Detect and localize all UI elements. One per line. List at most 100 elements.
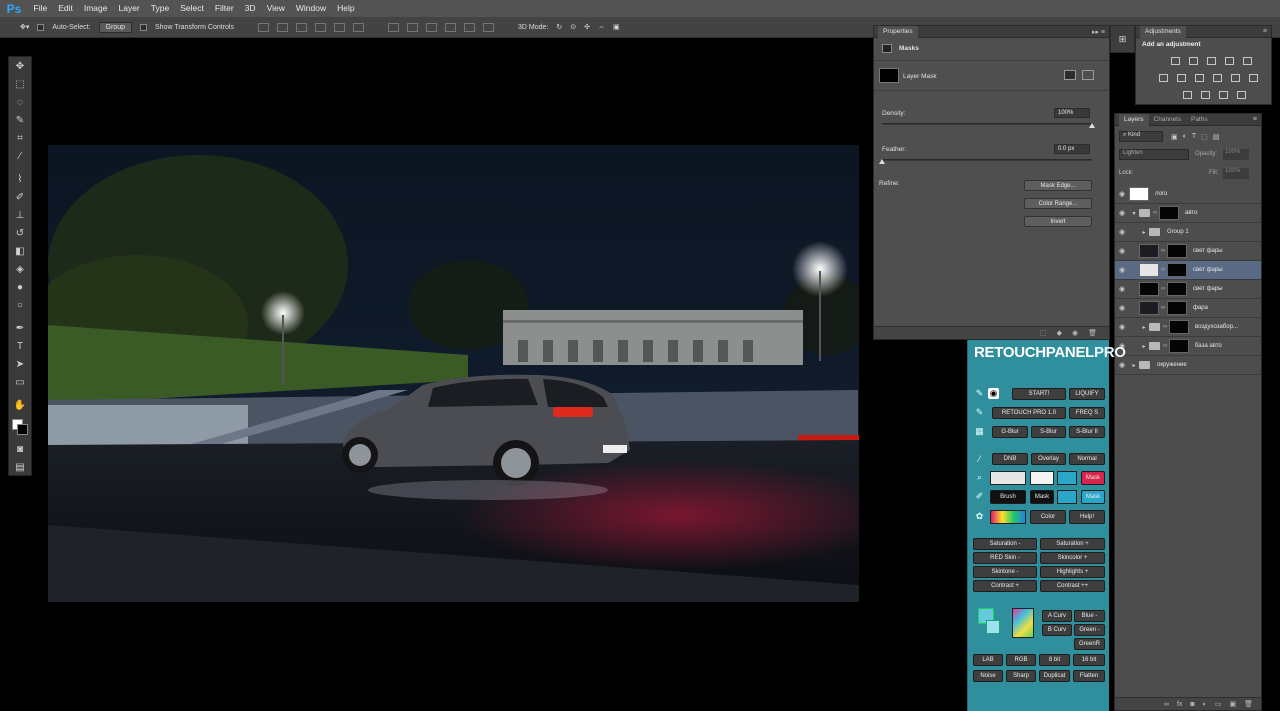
layer-mask-thumbnail[interactable] [1169,339,1189,353]
feather-slider-knob[interactable] [879,159,885,164]
filter-adjustment-icon[interactable]: ◐ [1183,133,1187,141]
align-vcenter-icon[interactable] [276,22,288,32]
filter-smart-icon[interactable]: ▤ [1213,133,1220,141]
magnifier-icon[interactable]: ⌕ [974,472,985,483]
layer-mask-thumbnail[interactable] [1167,244,1187,258]
group-expand-arrow-icon[interactable]: ▸ [1129,362,1139,369]
group-expand-arrow-icon[interactable]: ▸ [1139,324,1149,331]
sharp-button[interactable]: Sharp [1006,670,1036,682]
align-top-icon[interactable] [257,22,269,32]
density-input[interactable]: 100% [1054,108,1090,118]
brush-button[interactable]: Brush [990,490,1026,504]
flatten-button[interactable]: Flatten [1073,670,1105,682]
mask-button-blue[interactable]: Mask [1081,490,1105,504]
new-layer-icon[interactable]: ▣ [1229,700,1236,708]
color-lookup-icon[interactable] [1249,74,1258,82]
add-vector-mask-icon[interactable] [1082,70,1094,80]
filter-shape-icon[interactable]: ⬚ [1201,133,1208,141]
hand-tool-icon[interactable]: ✋ [9,396,31,414]
blue-minus-button[interactable]: Blue - [1074,610,1105,622]
pencil-icon[interactable]: ✎ [974,407,985,418]
levels-icon[interactable] [1189,57,1198,65]
check-mask-toggle[interactable] [1057,490,1077,504]
rgb-button[interactable]: RGB [1006,654,1036,666]
red-skin-minus-button[interactable]: RED Skin - [973,552,1037,564]
pen-tool-icon[interactable]: ✒ [9,319,31,337]
lab-button[interactable]: LAB [973,654,1003,666]
type-tool-icon[interactable]: T [9,337,31,355]
brightness-contrast-icon[interactable] [1171,57,1180,65]
mask-edge-button[interactable]: Mask Edge... [1024,180,1092,191]
photo-filter-icon[interactable] [1213,74,1222,82]
b-curv-button[interactable]: B Curv [1042,624,1072,636]
move-tool-icon[interactable]: ✥ [9,57,31,75]
tab-layers[interactable]: Layers [1119,113,1149,126]
feather-input[interactable]: 0.0 px [1054,144,1090,154]
apply-mask-icon[interactable]: ◆ [1057,329,1062,337]
filter-type-icon[interactable]: T [1192,133,1196,141]
delete-mask-icon[interactable]: 🗑 [1088,329,1097,337]
distribute-left-icon[interactable] [444,22,456,32]
black-white-icon[interactable] [1195,74,1204,82]
distribute-bottom-icon[interactable] [425,22,437,32]
add-mask-icon[interactable]: ◙ [1190,701,1194,708]
skincolor-plus-button[interactable]: Skincolor + [1040,552,1105,564]
menu-select[interactable]: Select [175,0,210,17]
channel-mixer-icon[interactable] [1231,74,1240,82]
layer-row[interactable]: ◉ ▸ ∞ база авто [1115,337,1261,356]
new-adjustment-icon[interactable]: ◐ [1203,701,1207,708]
layer-row[interactable]: ◉ ▸ Group 1 [1115,223,1261,242]
paint-bucket-tool-icon[interactable]: ◈ [9,260,31,278]
marquee-tool-icon[interactable]: ⬚ [9,75,31,93]
noise-button[interactable]: Noise [973,670,1003,682]
3d-rotate-icon[interactable]: ↻ [556,23,562,31]
menu-edit[interactable]: Edit [53,0,79,17]
delete-layer-icon[interactable]: 🗑 [1244,700,1253,708]
layer-mask-thumbnail[interactable] [1159,206,1179,220]
retouch-pro-button[interactable]: RETOUCH PRO 1.0 [992,407,1066,419]
layer-mask-thumbnail[interactable] [1167,263,1187,277]
group-expand-arrow-icon[interactable]: ▸ [1139,343,1149,350]
eraser-tool-icon[interactable]: ◧ [9,242,31,260]
align-bottom-icon[interactable] [295,22,307,32]
contrast-plus-plus-button[interactable]: Contrast ++ [1040,580,1105,592]
3d-roll-icon[interactable]: ⊙ [570,23,576,31]
visibility-eye-icon[interactable]: ◉ [1115,247,1129,255]
palette-icon[interactable]: ✿ [974,511,985,522]
background-color-swatch[interactable] [17,424,28,435]
menu-image[interactable]: Image [78,0,113,17]
saturation-minus-button[interactable]: Saturation - [973,538,1037,550]
vibrance-icon[interactable] [1243,57,1252,65]
group-expand-arrow-icon[interactable]: ▾ [1129,210,1139,217]
menu-3d[interactable]: 3D [239,0,261,17]
posterize-icon[interactable] [1201,91,1210,99]
hue-saturation-icon[interactable] [1159,74,1168,82]
calendar-icon[interactable]: ▦ [974,426,985,437]
fill-input[interactable]: 100% [1223,168,1249,179]
layer-row[interactable]: ◉ ∞ свет фары [1115,280,1261,299]
exposure-icon[interactable] [1225,57,1234,65]
brush-tool-icon[interactable]: ✐ [9,188,31,206]
align-left-icon[interactable] [314,22,326,32]
layer-row[interactable]: ◉ лого [1115,185,1261,204]
saturation-plus-button[interactable]: Saturation + [1040,538,1105,550]
layer-mask-thumbnail[interactable] [1167,282,1187,296]
add-pixel-mask-icon[interactable] [1064,70,1076,80]
lasso-tool-icon[interactable]: ◌ [9,93,31,111]
quick-mask-icon[interactable]: ◙ [9,440,31,458]
visibility-eye-icon[interactable]: ◉ [1115,323,1129,331]
menu-window[interactable]: Window [290,0,331,17]
menu-type[interactable]: Type [145,0,174,17]
freq-s-button[interactable]: FREQ S [1069,407,1105,419]
visibility-eye-icon[interactable]: ◉ [1115,228,1129,236]
8-bit-button[interactable]: 8 bit [1039,654,1070,666]
menu-view[interactable]: View [261,0,290,17]
contrast-plus-button[interactable]: Contrast + [973,580,1037,592]
tab-adjustments[interactable]: Adjustments [1140,25,1186,38]
color-balance-icon[interactable] [1177,74,1186,82]
menu-layer[interactable]: Layer [113,0,145,17]
history-brush-tool-icon[interactable]: ↺ [9,224,31,242]
invert-button[interactable]: Invert [1024,216,1092,227]
blend-mode-dropdown[interactable]: Lighten [1119,149,1189,160]
layer-mask-thumbnail[interactable] [1169,320,1189,334]
